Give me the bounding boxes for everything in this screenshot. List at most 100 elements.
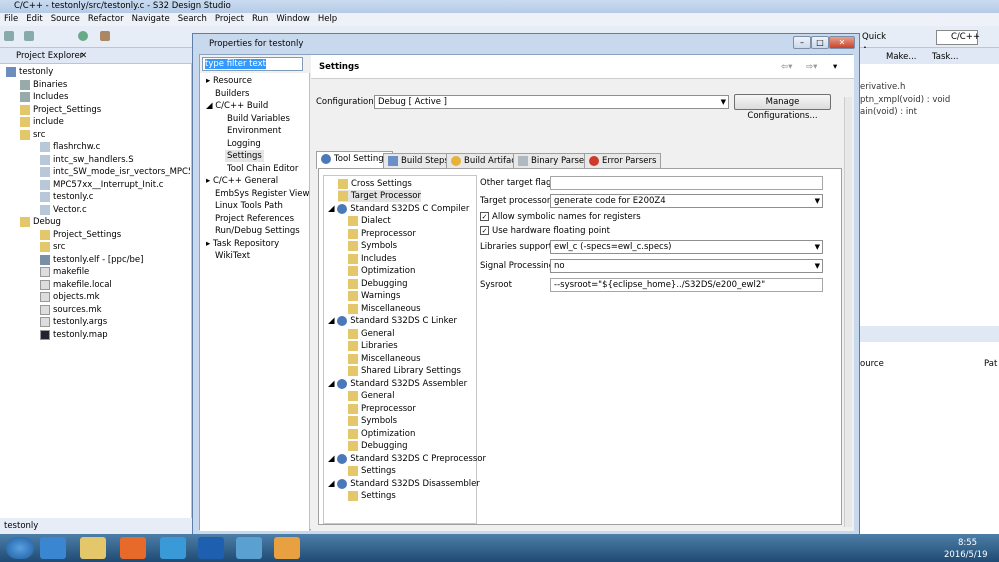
menu-refactor[interactable]: Refactor bbox=[88, 14, 124, 24]
tree-item[interactable]: Project_Settings bbox=[40, 229, 121, 241]
tree-item[interactable]: Debug bbox=[20, 216, 61, 228]
tool-item[interactable]: Libraries bbox=[348, 340, 398, 352]
tab-error-parsers[interactable]: Error Parsers bbox=[584, 153, 662, 169]
tree-item[interactable]: testonly.c bbox=[40, 191, 93, 203]
nav-item-settings[interactable]: Settings bbox=[225, 150, 264, 162]
tree-item[interactable]: src bbox=[40, 241, 65, 253]
menu-file[interactable]: File bbox=[4, 14, 18, 24]
nav-item-cpp-general[interactable]: ▸ C/C++ General bbox=[206, 175, 278, 187]
outline-line[interactable]: ain(void) : int bbox=[860, 107, 917, 117]
new-icon[interactable] bbox=[4, 31, 14, 41]
back-icon[interactable]: ⇦▾ bbox=[781, 55, 792, 79]
libraries-support-select[interactable]: ewl_c (-specs=ewl_c.specs) ▼ bbox=[550, 240, 823, 254]
perspective-cpp-button[interactable]: C/C++ bbox=[936, 30, 980, 45]
menu-window[interactable]: Window bbox=[276, 14, 310, 24]
outline-line[interactable]: ptn_xmpl(void) : void bbox=[860, 95, 950, 105]
maximize-button[interactable]: □ bbox=[811, 36, 829, 49]
nav-item-logging[interactable]: Logging bbox=[227, 138, 261, 150]
tree-item[interactable]: testonly.elf - [ppc/be] bbox=[40, 254, 143, 266]
nav-item-cpp-build[interactable]: ◢ C/C++ Build bbox=[206, 100, 268, 112]
nav-item-linux-tools[interactable]: Linux Tools Path bbox=[215, 200, 283, 212]
other-target-flags-input[interactable] bbox=[550, 176, 823, 190]
tool-item[interactable]: Symbols bbox=[348, 240, 397, 252]
media-player-icon[interactable] bbox=[120, 537, 146, 559]
tree-item[interactable]: objects.mk bbox=[40, 291, 100, 303]
column-path[interactable]: Pat bbox=[984, 359, 997, 369]
tool-item[interactable]: Cross Settings bbox=[338, 178, 412, 190]
menu-search[interactable]: Search bbox=[178, 14, 207, 24]
allow-symbolic-names-checkbox[interactable]: ✓ Allow symbolic names for registers bbox=[480, 212, 641, 222]
tree-item[interactable]: testonly.args bbox=[40, 316, 107, 328]
tab-tasks[interactable]: Task... bbox=[932, 52, 958, 62]
tree-item[interactable]: intc_sw_handlers.S bbox=[40, 154, 134, 166]
outlook-icon[interactable] bbox=[198, 537, 224, 559]
sysroot-input[interactable]: --sysroot="${eclipse_home}../S32DS/e200_… bbox=[550, 278, 823, 292]
tree-item[interactable]: Project_Settings bbox=[20, 104, 101, 116]
tool-item[interactable]: Shared Library Settings bbox=[348, 365, 461, 377]
outline-line[interactable]: erivative.h bbox=[860, 82, 905, 92]
nav-item-wikitext[interactable]: WikiText bbox=[215, 250, 250, 262]
configuration-select[interactable]: Debug [ Active ] ▼ bbox=[374, 95, 729, 109]
nav-item-builders[interactable]: Builders bbox=[215, 88, 250, 100]
tree-item[interactable]: sources.mk bbox=[40, 304, 102, 316]
menu-edit[interactable]: Edit bbox=[26, 14, 42, 24]
menu-icon[interactable]: ▾ bbox=[833, 55, 837, 79]
tool-item[interactable]: General bbox=[348, 390, 395, 402]
tree-item[interactable]: intc_SW_mode_isr_vectors_MPC5744P.c bbox=[40, 166, 190, 178]
close-icon[interactable]: ✕ bbox=[80, 48, 87, 64]
tree-item[interactable]: flashrchw.c bbox=[40, 141, 100, 153]
tool-item[interactable]: Preprocessor bbox=[348, 403, 416, 415]
menu-project[interactable]: Project bbox=[215, 14, 244, 24]
manage-configurations-button[interactable]: Manage Configurations... bbox=[734, 94, 831, 121]
tool-item[interactable]: Debugging bbox=[348, 440, 408, 452]
tab-build-steps[interactable]: Build Steps bbox=[383, 153, 454, 169]
nav-item-embsys[interactable]: EmbSys Register View bbox=[215, 188, 309, 200]
menu-help[interactable]: Help bbox=[318, 14, 337, 24]
tree-item[interactable]: testonly bbox=[6, 66, 53, 78]
forward-icon[interactable]: ⇨▾ bbox=[806, 55, 817, 79]
filter-input[interactable]: type filter text bbox=[202, 57, 303, 71]
nav-item-tool-chain-editor[interactable]: Tool Chain Editor bbox=[227, 163, 298, 175]
tool-item-selected[interactable]: Target Processor bbox=[338, 190, 421, 202]
explorer-icon[interactable] bbox=[80, 537, 106, 559]
tree-item[interactable]: MPC57xx__Interrupt_Init.c bbox=[40, 179, 163, 191]
start-button[interactable] bbox=[6, 537, 34, 559]
ie-icon[interactable] bbox=[40, 537, 66, 559]
tab-tool-settings[interactable]: Tool Settings bbox=[316, 151, 394, 169]
tree-item[interactable]: include bbox=[20, 116, 64, 128]
nav-item-task-repository[interactable]: ▸ Task Repository bbox=[206, 238, 279, 250]
nav-item-run-debug[interactable]: Run/Debug Settings bbox=[215, 225, 300, 237]
app-icon[interactable] bbox=[236, 537, 262, 559]
tool-item[interactable]: Debugging bbox=[348, 278, 408, 290]
dialog-scrollbar[interactable] bbox=[844, 97, 852, 527]
nav-item-build-variables[interactable]: Build Variables bbox=[227, 113, 290, 125]
hardware-float-checkbox[interactable]: ✓ Use hardware floating point bbox=[480, 226, 610, 236]
tool-item[interactable]: Optimization bbox=[348, 265, 415, 277]
qq-icon[interactable] bbox=[160, 537, 186, 559]
tree-item[interactable]: Binaries bbox=[20, 79, 67, 91]
tool-item[interactable]: Settings bbox=[348, 490, 396, 502]
quick-access-field[interactable]: Quick Access bbox=[862, 30, 906, 56]
tool-item[interactable]: Settings bbox=[348, 465, 396, 477]
minimize-button[interactable]: – bbox=[793, 36, 811, 49]
tool-item[interactable]: Warnings bbox=[348, 290, 400, 302]
build-icon[interactable] bbox=[78, 31, 88, 41]
tree-item[interactable]: makefile bbox=[40, 266, 89, 278]
tab-make-targets[interactable]: Make... bbox=[886, 52, 917, 62]
tool-item[interactable]: ◢ Standard S32DS C Linker bbox=[328, 315, 457, 327]
menu-source[interactable]: Source bbox=[51, 14, 80, 24]
menu-run[interactable]: Run bbox=[252, 14, 268, 24]
nav-item-resource[interactable]: ▸ Resource bbox=[206, 75, 252, 87]
close-button[interactable]: ✕ bbox=[829, 36, 855, 49]
tool-item[interactable]: Symbols bbox=[348, 415, 397, 427]
tree-item[interactable]: testonly.map bbox=[40, 329, 108, 341]
tree-item[interactable]: src bbox=[20, 129, 45, 141]
menu-navigate[interactable]: Navigate bbox=[132, 14, 170, 24]
tool-item[interactable]: Includes bbox=[348, 253, 396, 265]
nav-item-environment[interactable]: Environment bbox=[227, 125, 281, 137]
tool-item[interactable]: General bbox=[348, 328, 395, 340]
target-processor-select[interactable]: generate code for E200Z4 ▼ bbox=[550, 194, 823, 208]
tree-item[interactable]: makefile.local bbox=[40, 279, 112, 291]
hammer-icon[interactable] bbox=[100, 31, 110, 41]
tree-item[interactable]: Vector.c bbox=[40, 204, 87, 216]
